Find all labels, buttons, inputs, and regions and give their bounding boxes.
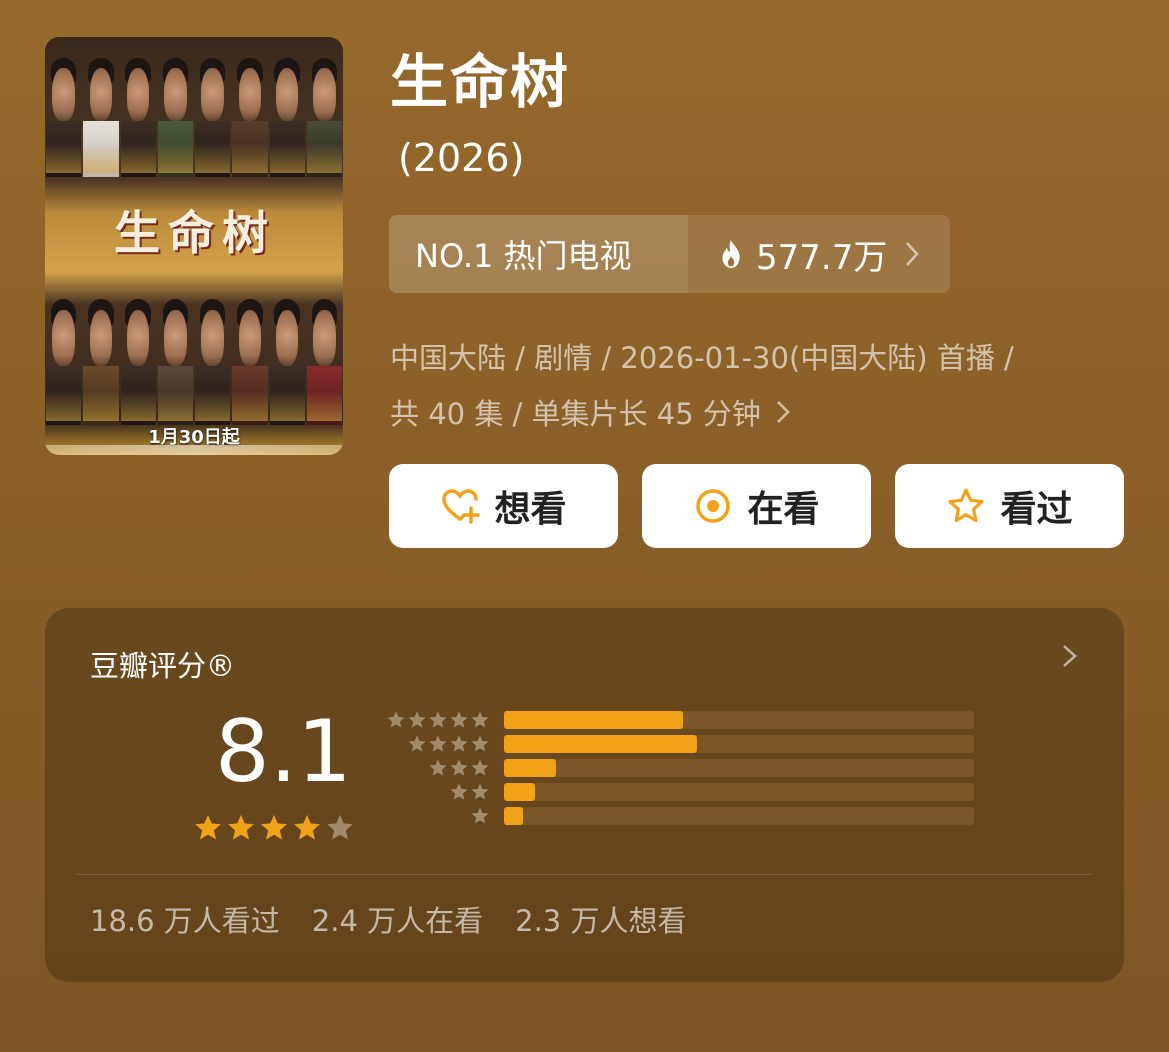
show-meta-info[interactable]: 中国大陆 / 剧情 / 2026-01-30(中国大陆) 首播 / 共 40 集… [390,330,1110,442]
rank-label: NO.1 热门电视 [389,215,688,293]
poster-portrait [232,277,268,425]
card-divider [77,874,1092,875]
star-icon [450,735,468,752]
poster-portrait [232,37,268,177]
poster-portrait [195,277,231,425]
distribution-track [504,711,974,729]
star-icon [387,711,405,728]
distribution-track [504,759,974,777]
distribution-track [504,735,974,753]
heart-plus-icon [442,489,481,524]
star-filled-icon [261,814,287,840]
meta-line-2: 共 40 集 / 单集片长 45 分钟 [390,386,1110,442]
watched-label: 看过 [1000,489,1073,530]
poster-image[interactable]: 生命树 1月30日起 [45,37,343,455]
watched-count: 18.6 万人看过 [90,904,280,938]
star-icon [450,711,468,728]
want-to-watch-label: 想看 [494,489,567,530]
poster-portrait [120,37,156,177]
want-to-watch-button[interactable]: 想看 [389,464,618,548]
star-filled-icon [294,814,320,840]
ranking-banner[interactable]: NO.1 热门电视 577.7万 [389,215,950,293]
distribution-star-label [380,710,490,730]
flame-icon [722,240,740,268]
poster-portrait [269,37,305,177]
poster-portrait [157,277,193,425]
star-icon [471,711,489,728]
star-icon [471,807,489,824]
watching-label: 在看 [747,489,820,530]
star-icon [471,735,489,752]
meta-line-1: 中国大陆 / 剧情 / 2026-01-30(中国大陆) 首播 / [390,341,1014,375]
poster-portrait [46,37,82,177]
chevron-right-icon [777,401,790,423]
heat-section: 577.7万 [688,215,950,293]
distribution-track [504,807,974,825]
star-icon [408,735,426,752]
chevron-right-icon [1063,645,1077,667]
distribution-star-label [380,782,490,802]
poster-portrait [269,277,305,425]
watching-count: 2.4 万人在看 [311,904,484,938]
distribution-bar [504,807,523,825]
distribution-bar [504,711,683,729]
star-icon [429,759,447,776]
distribution-bar [504,783,535,801]
page-title: 生命树 [390,48,571,116]
star-icon [408,711,426,728]
meta-line-2-text: 共 40 集 / 单集片长 45 分钟 [390,397,761,431]
rating-stars [193,813,358,843]
star-icon [471,783,489,800]
poster-portrait [83,277,119,425]
release-year: (2026) [398,136,525,180]
star-filled-icon [195,814,221,840]
distribution-row-4-star [380,732,974,756]
star-outline-icon [948,488,985,523]
poster-portrait [157,37,193,177]
poster-platform-logos [45,445,343,455]
poster-title-art: 生命树 [114,206,276,260]
poster-portrait [120,277,156,425]
chevron-right-icon [906,242,920,266]
poster-portrait [306,277,342,425]
distribution-star-label [380,806,490,826]
star-filled-icon [228,814,254,840]
rating-score: 8.1 [215,702,352,802]
watched-button[interactable]: 看过 [895,464,1124,548]
distribution-bar [504,759,556,777]
poster-portrait [306,37,342,177]
distribution-row-1-star [380,804,974,828]
star-icon [429,735,447,752]
want-count: 2.3 万人想看 [515,904,687,938]
distribution-track [504,783,974,801]
poster-portrait [83,37,119,177]
distribution-row-3-star [380,756,974,780]
audience-stats: 18.6 万人看过 2.4 万人在看 2.3 万人想看 [90,898,718,940]
distribution-star-label [380,734,490,754]
star-icon [471,759,489,776]
distribution-bar [504,735,697,753]
target-circle-icon [696,489,731,523]
poster-portrait [195,37,231,177]
douban-rating-card[interactable]: 豆瓣评分® 8.1 18.6 万人看过 2.4 万人在看 2.3 万人想看 [45,608,1124,982]
star-icon [429,711,447,728]
poster-cast-row-top [45,37,343,177]
poster-cast-row-bottom [45,277,343,425]
rating-label: 豆瓣评分® [90,649,236,683]
star-empty-icon [327,814,353,840]
distribution-star-label [380,758,490,778]
distribution-row-2-star [380,780,974,804]
poster-portrait [46,277,82,425]
star-icon [450,783,468,800]
star-icon [450,759,468,776]
distribution-row-5-star [380,708,974,732]
watching-button[interactable]: 在看 [642,464,871,548]
heat-value: 577.7万 [756,237,888,278]
